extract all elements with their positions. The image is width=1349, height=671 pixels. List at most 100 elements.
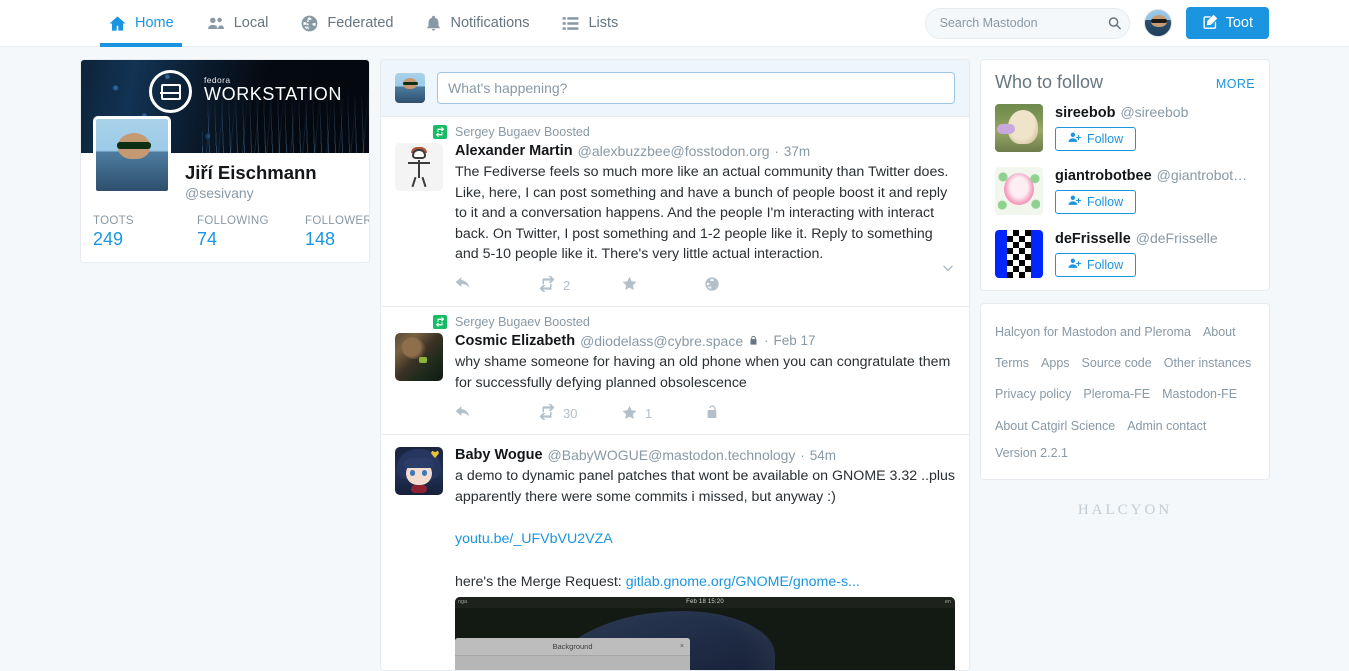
checker-flag-avatar[interactable] — [995, 230, 1043, 278]
add-user-icon — [1068, 257, 1081, 273]
who-to-follow-more-link[interactable]: MORE — [1216, 77, 1255, 91]
compose-avatar — [395, 73, 425, 103]
nav-item-home[interactable]: Home — [92, 0, 190, 47]
toot-text-spacer — [455, 507, 955, 526]
youtube-link[interactable]: youtu.be/_UFVbVU2VZA — [455, 531, 613, 547]
nav-item-lists[interactable]: Lists — [545, 0, 634, 47]
media-background-dialog: Background × — [455, 637, 690, 670]
toot-body: Alexander Martin @alexbuzzbee@fosstodon.… — [395, 143, 955, 306]
author-name[interactable]: Cosmic Elizabeth — [455, 333, 575, 349]
toot-text: The Fediverse feels so much more like an… — [455, 164, 949, 263]
toot-button-label: Toot — [1225, 15, 1253, 31]
follow-button[interactable]: Follow — [1055, 127, 1137, 151]
suggested-account-row: sireebob @sireebob Follow — [981, 101, 1269, 164]
follow-button[interactable]: Follow — [1055, 190, 1137, 214]
suggested-account-row: giantrobotbee @giantrobot… Follow — [981, 164, 1269, 227]
toot-header: Baby Wogue @BabyWOGUE@mastodon.technolog… — [455, 447, 955, 463]
footer-link-about[interactable]: About — [1203, 325, 1236, 339]
suggested-account-identity: deFrisselle @deFrisselle — [1055, 230, 1255, 247]
toot-header: Cosmic Elizabeth @diodelass@cybre.space … — [455, 333, 955, 654]
favourite-button[interactable] — [621, 275, 704, 295]
boost-button[interactable]: 30 — [538, 403, 621, 424]
fedora-banner-text: fedora WORKSTATION — [204, 75, 342, 104]
media-gnome-topbar: nga Feb 18 15:20 en — [455, 596, 955, 608]
footer-link-mastodon-fe[interactable]: Mastodon-FE — [1162, 387, 1237, 401]
dog-frisbee-avatar[interactable] — [995, 104, 1043, 152]
unlock-icon — [704, 404, 720, 423]
toot-item: Sergey Bugaev Boosted Cosmic Elizabeth @… — [381, 307, 969, 654]
nav-item-label: Home — [135, 15, 174, 31]
media-dialog-titlebar: Background × — [455, 637, 690, 656]
toot-button[interactable]: Toot — [1185, 7, 1269, 39]
fedora-wordmark-large: WORKSTATION — [204, 84, 342, 104]
gitlab-link[interactable]: gitlab.gnome.org/GNOME/gnome-s... — [626, 574, 860, 590]
footer-links-row: Halcyon for Mastodon and Pleroma About — [995, 316, 1255, 347]
suggested-account-handle[interactable]: @deFrisselle — [1136, 230, 1218, 246]
page-body: fedora WORKSTATION Jiří Eischmann @sesiv… — [0, 47, 1349, 671]
suggested-account-name[interactable]: giantrobotbee — [1055, 168, 1152, 184]
toot-text: a demo to dynamic panel patches that won… — [455, 468, 956, 505]
toot-timestamp[interactable]: Feb 17 — [773, 333, 815, 348]
boost-button[interactable]: 2 — [538, 275, 621, 296]
lock-icon — [748, 335, 759, 346]
reply-icon — [455, 275, 472, 295]
footer-link-privacy-policy[interactable]: Privacy policy — [995, 387, 1071, 401]
toot-content: Alexander Martin @alexbuzzbee@fosstodon.… — [455, 143, 955, 306]
author-handle[interactable]: @BabyWOGUE@mastodon.technology — [548, 447, 796, 463]
footer-link-terms[interactable]: Terms — [995, 356, 1029, 370]
suggested-account-info: deFrisselle @deFrisselle Follow — [1055, 230, 1255, 278]
current-user-avatar[interactable] — [1143, 9, 1172, 37]
top-navigation-bar: Home Local Federated Notifications Lists — [0, 0, 1349, 47]
nav-item-label: Notifications — [450, 15, 530, 31]
home-icon — [108, 14, 127, 33]
pink-bee-avatar[interactable] — [995, 167, 1043, 215]
reply-button[interactable] — [455, 404, 538, 424]
toot-link-line: youtu.be/_UFVbVU2VZA — [455, 529, 955, 550]
toot-body: Baby Wogue @BabyWOGUE@mastodon.technolog… — [395, 447, 956, 670]
stat-following[interactable]: FOLLOWING 74 — [197, 215, 305, 250]
reply-button[interactable] — [455, 275, 538, 295]
footer-link-admin-contact[interactable]: Admin contact — [1127, 419, 1206, 433]
toot-timestamp[interactable]: 37m — [784, 144, 810, 159]
toot-timestamp[interactable]: 54m — [810, 448, 836, 463]
toot-text: why shame someone for having an old phon… — [455, 353, 951, 391]
stat-toots[interactable]: TOOTS 249 — [93, 215, 197, 250]
chevron-down-icon[interactable] — [939, 259, 957, 277]
search-icon[interactable] — [1107, 16, 1122, 31]
author-handle[interactable]: @diodelass@cybre.space — [580, 333, 743, 349]
visibility-button[interactable] — [704, 404, 787, 423]
profile-handle: @sesivany — [185, 185, 254, 202]
compose-input[interactable] — [437, 72, 955, 104]
suggested-account-name[interactable]: deFrisselle — [1055, 231, 1131, 247]
footer-link-source-code[interactable]: Source code — [1082, 356, 1152, 370]
footer-link-other-instances[interactable]: Other instances — [1164, 356, 1252, 370]
footer-link-apps[interactable]: Apps — [1041, 356, 1070, 370]
toot-header: Alexander Martin @alexbuzzbee@fosstodon.… — [455, 143, 955, 272]
suggested-account-name[interactable]: sireebob — [1055, 105, 1115, 121]
media-topbar-clock: Feb 18 15:20 — [686, 599, 724, 606]
star-icon — [621, 404, 638, 424]
profile-avatar[interactable] — [93, 116, 171, 194]
nav-item-local[interactable]: Local — [190, 0, 285, 47]
anime-avatar[interactable] — [395, 447, 443, 496]
search-input[interactable] — [924, 7, 1130, 39]
author-name[interactable]: Baby Wogue — [455, 447, 543, 463]
nav-item-notifications[interactable]: Notifications — [409, 0, 545, 47]
author-handle[interactable]: @alexbuzzbee@fosstodon.org — [578, 143, 770, 159]
stick-figure-avatar[interactable] — [395, 143, 443, 191]
stat-followers[interactable]: FOLLOWERS 148 — [305, 215, 369, 250]
favourite-button[interactable]: 1 — [621, 404, 704, 424]
boost-count: 2 — [563, 277, 571, 293]
footer-link-pleroma-fe[interactable]: Pleroma-FE — [1083, 387, 1150, 401]
cosmic-photo-avatar[interactable] — [395, 332, 443, 381]
suggested-account-handle[interactable]: @giantrobot… — [1157, 167, 1247, 183]
footer-link-about-catgirl-science[interactable]: About Catgirl Science — [995, 419, 1115, 433]
follow-button[interactable]: Follow — [1055, 253, 1137, 277]
author-name[interactable]: Alexander Martin — [455, 143, 573, 159]
toot-media-preview[interactable]: nga Feb 18 15:20 en Background × — [455, 596, 955, 670]
footer-link-halcyon[interactable]: Halcyon for Mastodon and Pleroma — [995, 325, 1191, 339]
nav-item-federated[interactable]: Federated — [284, 0, 409, 47]
suggested-account-handle[interactable]: @sireebob — [1120, 104, 1188, 120]
footer-links-row: About Catgirl Science Admin contact — [995, 410, 1255, 441]
visibility-button[interactable] — [704, 276, 787, 295]
